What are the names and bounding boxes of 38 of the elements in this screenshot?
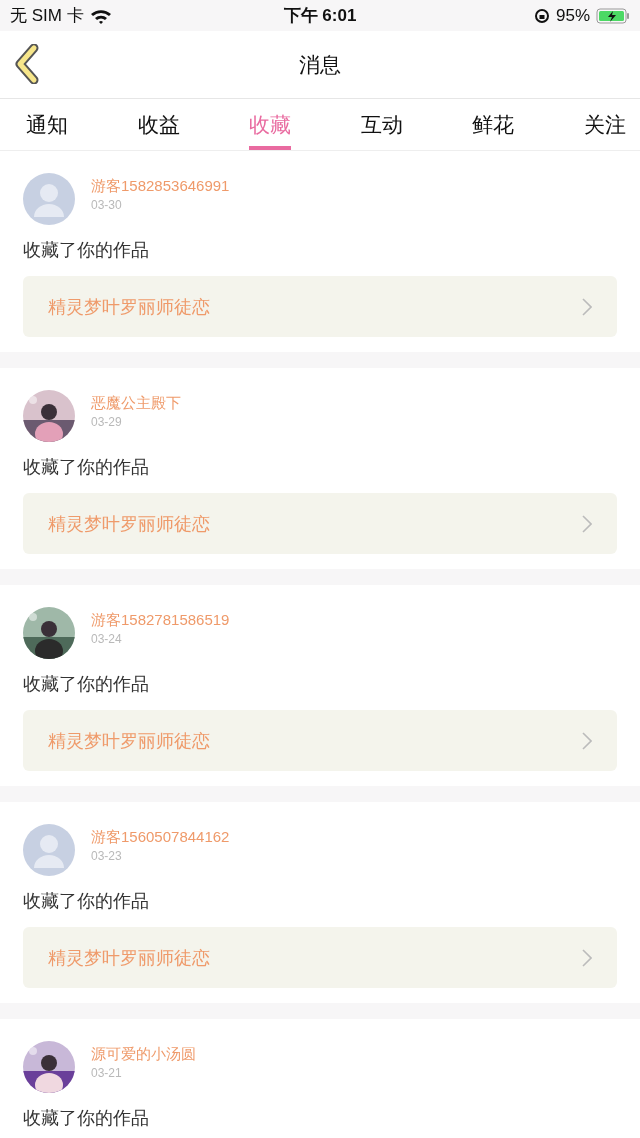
user-name[interactable]: 源可爱的小汤圆 — [91, 1044, 196, 1064]
user-name[interactable]: 游客1582853646991 — [91, 176, 230, 196]
battery-text: 95% — [555, 5, 590, 26]
avatar-placeholder-icon — [23, 173, 75, 225]
tab[interactable]: 通知 — [26, 99, 68, 150]
wifi-icon — [89, 7, 112, 24]
user-name[interactable]: 游客1560507844162 — [91, 827, 230, 847]
tab[interactable]: 收益 — [137, 99, 180, 150]
work-link[interactable]: 精灵梦叶罗丽师徒恋 — [23, 927, 617, 988]
rotation-lock-icon — [533, 7, 550, 24]
tab[interactable]: 鲜花 — [472, 99, 515, 150]
battery-icon — [596, 7, 630, 24]
chevron-right-icon — [582, 514, 592, 533]
tab[interactable]: 收藏 — [249, 99, 292, 150]
chevron-right-icon — [582, 297, 592, 316]
page-title: 消息 — [299, 51, 341, 78]
message-date: 03-29 — [91, 414, 123, 429]
work-link[interactable]: 精灵梦叶罗丽师徒恋 — [23, 493, 617, 554]
user-name[interactable]: 恶魔公主殿下 — [91, 393, 181, 413]
message-text: 收藏了你的作品 — [23, 673, 150, 696]
message-text: 收藏了你的作品 — [23, 1107, 150, 1130]
tab[interactable]: 互动 — [360, 99, 403, 150]
clock-text: 下午 6:01 — [283, 5, 357, 27]
avatar-placeholder-icon — [23, 824, 75, 876]
user-name[interactable]: 游客1582781586519 — [91, 610, 230, 630]
message-text: 收藏了你的作品 — [23, 456, 150, 479]
tab[interactable]: 关注 — [583, 99, 626, 150]
work-link[interactable]: 精灵梦叶罗丽师徒恋 — [23, 710, 617, 771]
message-date: 03-30 — [91, 197, 123, 212]
chevron-right-icon — [582, 948, 592, 967]
message-date: 03-21 — [91, 1065, 123, 1080]
message-text: 收藏了你的作品 — [23, 239, 150, 262]
message-text: 收藏了你的作品 — [23, 890, 150, 913]
message-date: 03-23 — [91, 848, 123, 863]
chevron-right-icon — [582, 731, 592, 750]
carrier-text: 无 SIM 卡 — [10, 5, 84, 27]
message-date: 03-24 — [91, 631, 123, 646]
work-link[interactable]: 精灵梦叶罗丽师徒恋 — [23, 276, 617, 337]
